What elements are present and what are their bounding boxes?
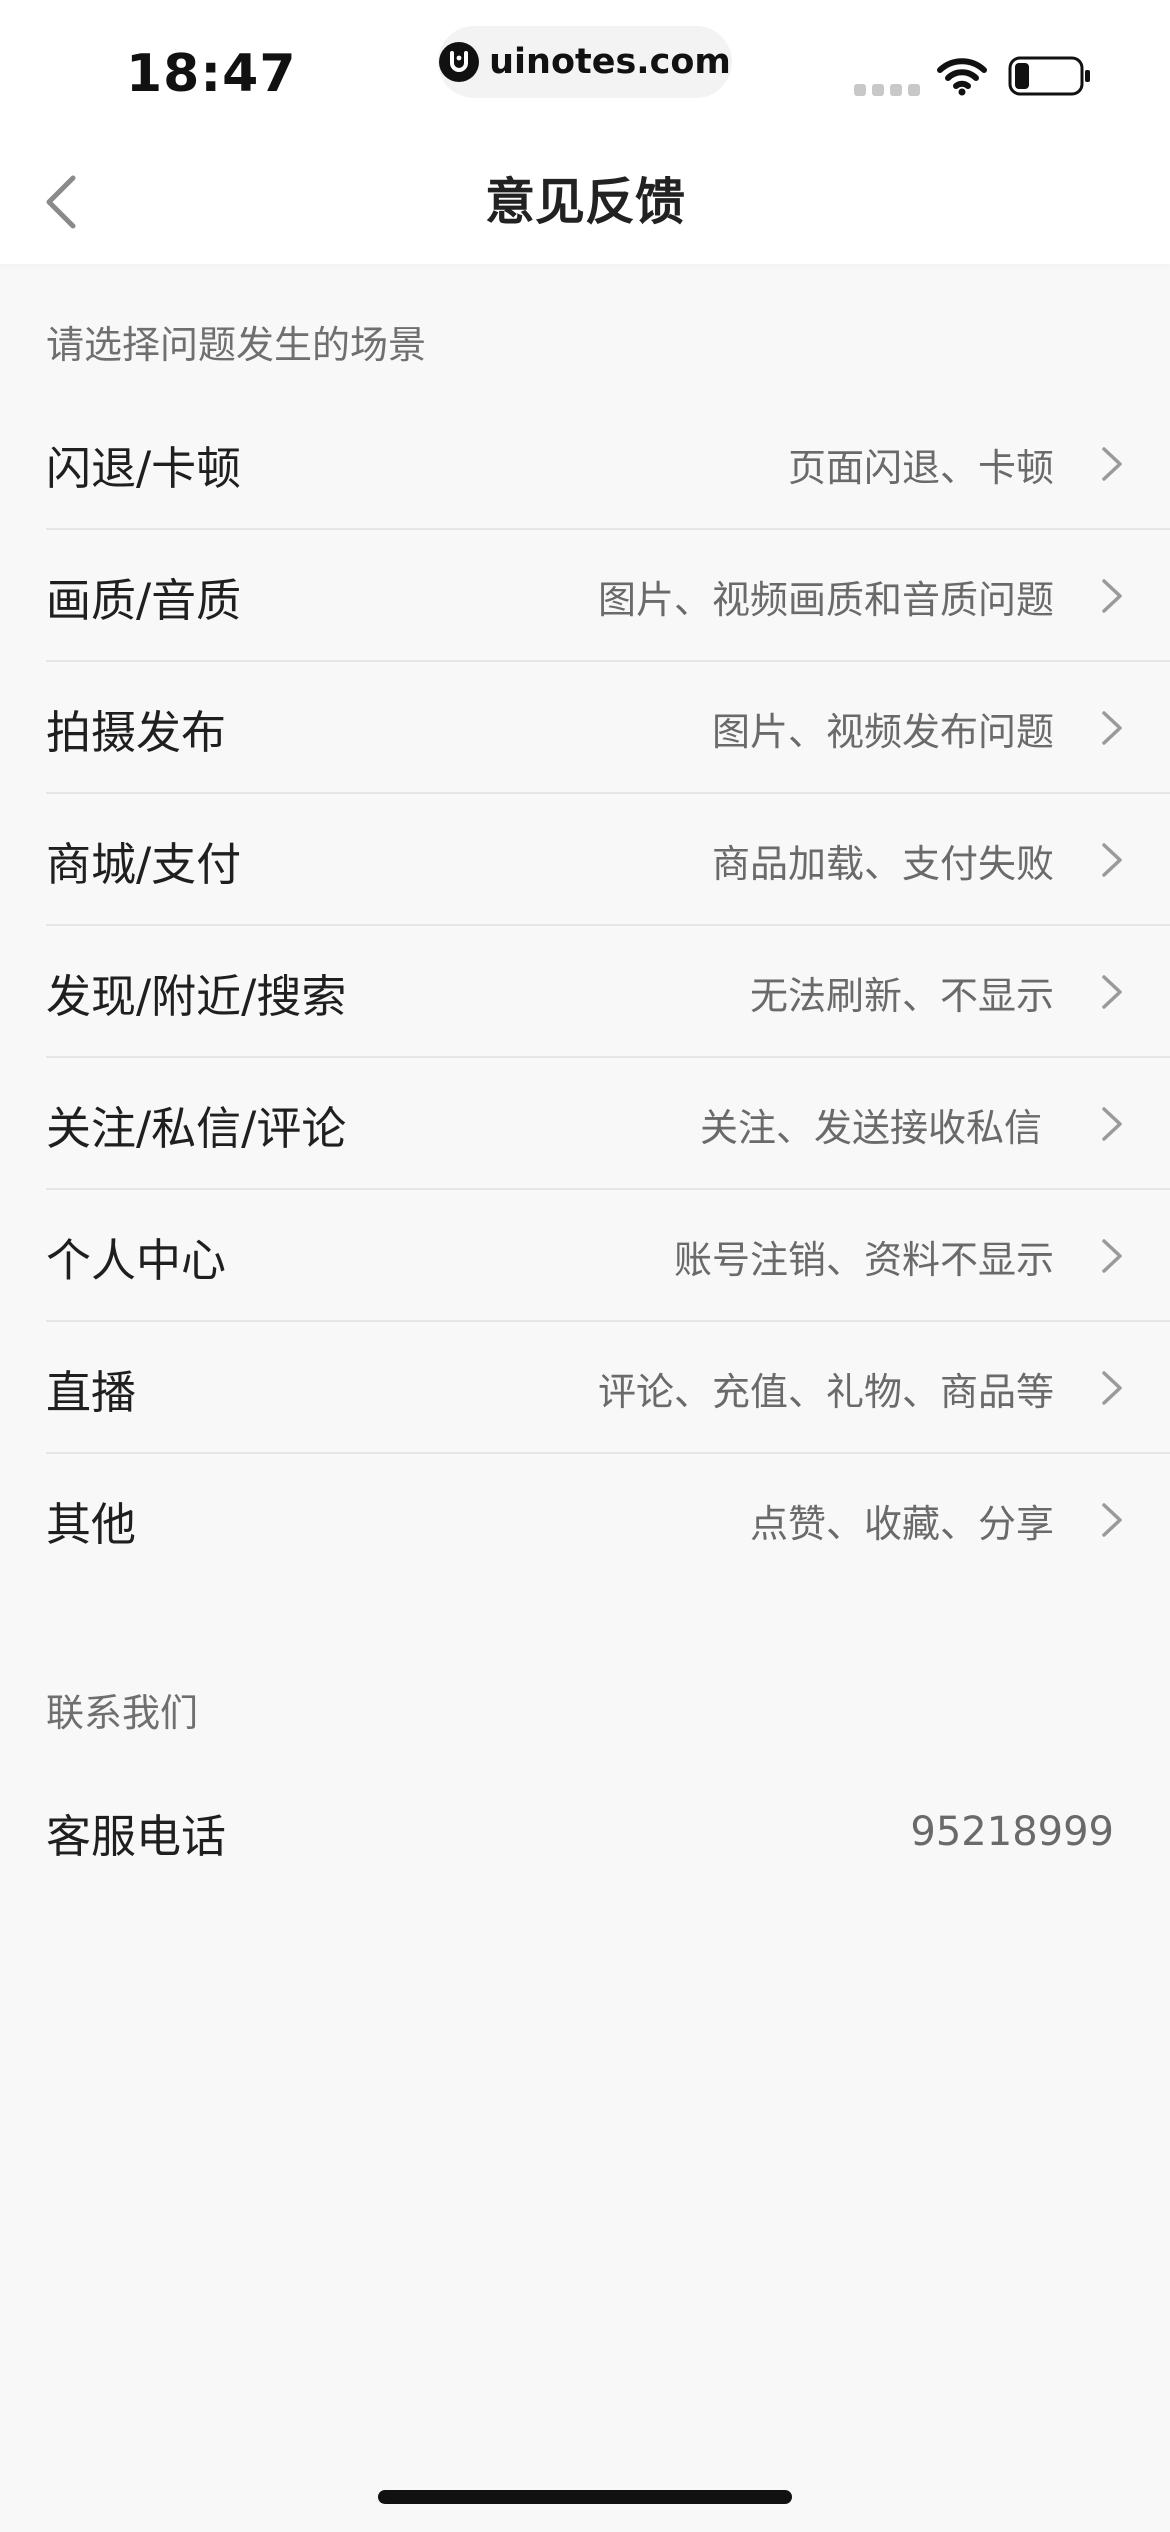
row-description: 图片、视频发布问题 bbox=[711, 709, 1054, 754]
row-description: 图片、视频画质和音质问题 bbox=[597, 577, 1054, 622]
chevron-right-icon bbox=[1098, 1500, 1126, 1540]
chevron-right-icon bbox=[1098, 444, 1126, 484]
row-description: 无法刷新、不显示 bbox=[749, 973, 1054, 1018]
chevron-right-icon bbox=[1098, 972, 1126, 1012]
site-logo-icon bbox=[439, 42, 480, 82]
customer-service-phone-row[interactable]: 客服电话 95218999 bbox=[0, 1766, 1170, 1898]
row-title: 闪退/卡顿 bbox=[46, 441, 242, 495]
row-title: 商城/支付 bbox=[46, 837, 242, 891]
status-time: 18:47 bbox=[126, 44, 297, 104]
nav-bar: 意见反馈 bbox=[0, 140, 1170, 264]
chevron-right-icon bbox=[1098, 1104, 1126, 1144]
row-description: 商品加载、支付失败 bbox=[711, 841, 1054, 886]
page-title: 意见反馈 bbox=[485, 173, 685, 231]
section-header-scene: 请选择问题发生的场景 bbox=[46, 323, 427, 367]
scene-list: 闪退/卡顿 页面闪退、卡顿 画质/音质 图片、视频画质和音质问题 拍摄发布 图片… bbox=[0, 398, 1170, 1586]
row-description: 页面闪退、卡顿 bbox=[787, 445, 1054, 490]
section-header-contact: 联系我们 bbox=[46, 1691, 199, 1735]
list-item[interactable]: 其他 点赞、收藏、分享 bbox=[0, 1454, 1170, 1586]
row-title: 拍摄发布 bbox=[46, 705, 227, 759]
chevron-right-icon bbox=[1098, 840, 1126, 880]
status-bar: 18:47 uinotes.com bbox=[0, 0, 1170, 140]
chevron-left-icon bbox=[46, 175, 76, 229]
chevron-right-icon bbox=[1098, 576, 1126, 616]
list-item[interactable]: 商城/支付 商品加载、支付失败 bbox=[0, 794, 1170, 926]
list-item[interactable]: 拍摄发布 图片、视频发布问题 bbox=[0, 662, 1170, 794]
cellular-signal-icon bbox=[854, 84, 920, 96]
row-title: 画质/音质 bbox=[46, 573, 242, 627]
list-item[interactable]: 直播 评论、充值、礼物、商品等 bbox=[0, 1322, 1170, 1454]
chevron-right-icon bbox=[1098, 708, 1126, 748]
row-title: 关注/私信/评论 bbox=[46, 1101, 347, 1155]
phone-label: 客服电话 bbox=[46, 1809, 227, 1863]
row-title: 直播 bbox=[46, 1365, 137, 1419]
list-item[interactable]: 发现/附近/搜索 无法刷新、不显示 bbox=[0, 926, 1170, 1058]
row-description: 关注、发送接收私信 bbox=[699, 1105, 1042, 1150]
list-item[interactable]: 关注/私信/评论 关注、发送接收私信 bbox=[0, 1058, 1170, 1190]
url-text: uinotes.com bbox=[489, 42, 731, 82]
phone-number[interactable]: 95218999 bbox=[910, 1809, 1114, 1855]
contact-list: 客服电话 95218999 bbox=[0, 1766, 1170, 1898]
wifi-icon bbox=[936, 56, 988, 100]
list-item[interactable]: 闪退/卡顿 页面闪退、卡顿 bbox=[0, 398, 1170, 530]
home-indicator bbox=[378, 2490, 792, 2504]
chevron-right-icon bbox=[1098, 1236, 1126, 1276]
back-button[interactable] bbox=[26, 164, 96, 240]
row-description: 账号注销、资料不显示 bbox=[673, 1237, 1054, 1282]
battery-icon bbox=[1008, 56, 1092, 100]
row-title: 发现/附近/搜索 bbox=[46, 969, 347, 1023]
list-item[interactable]: 画质/音质 图片、视频画质和音质问题 bbox=[0, 530, 1170, 662]
row-description: 评论、充值、礼物、商品等 bbox=[597, 1369, 1054, 1414]
url-pill[interactable]: uinotes.com bbox=[438, 26, 732, 98]
list-item[interactable]: 个人中心 账号注销、资料不显示 bbox=[0, 1190, 1170, 1322]
row-title: 其他 bbox=[46, 1497, 137, 1551]
row-description: 点赞、收藏、分享 bbox=[749, 1501, 1054, 1546]
chevron-right-icon bbox=[1098, 1368, 1126, 1408]
row-title: 个人中心 bbox=[46, 1233, 227, 1287]
